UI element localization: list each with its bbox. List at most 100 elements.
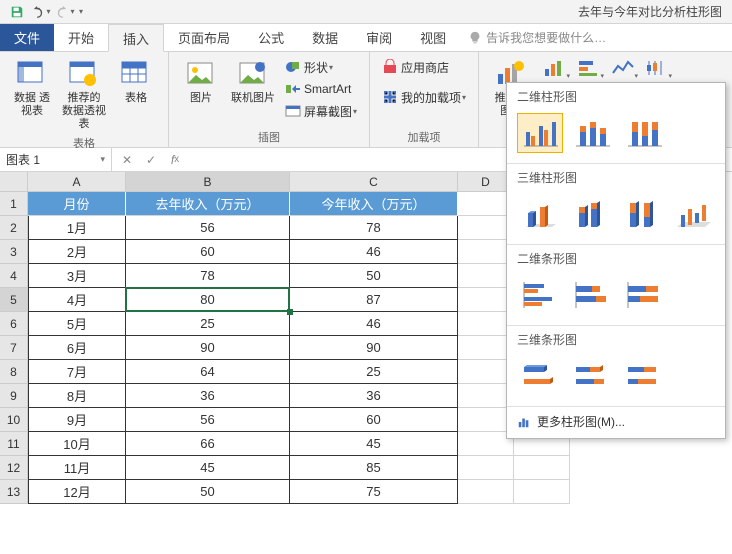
3d-stacked-column-thumb[interactable] <box>568 194 613 234</box>
100-stacked-column-thumb[interactable] <box>621 113 667 153</box>
row-header[interactable]: 7 <box>0 336 28 360</box>
store-button[interactable]: 应用商店 <box>378 56 470 78</box>
table-header-cell[interactable]: 今年收入（万元） <box>290 192 458 216</box>
table-cell[interactable]: 2月 <box>28 240 126 264</box>
row-header[interactable]: 13 <box>0 480 28 504</box>
row-header[interactable]: 11 <box>0 432 28 456</box>
stacked-column-thumb[interactable] <box>569 113 615 153</box>
table-cell[interactable]: 60 <box>290 408 458 432</box>
table-cell[interactable]: 60 <box>126 240 290 264</box>
selection-handle[interactable] <box>287 309 293 315</box>
shapes-button[interactable]: 形状 ▾ <box>281 56 361 78</box>
table-cell[interactable]: 7月 <box>28 360 126 384</box>
row-header[interactable]: 10 <box>0 408 28 432</box>
clustered-bar-thumb[interactable] <box>517 275 563 315</box>
row-header[interactable]: 5 <box>0 288 28 312</box>
3d-clustered-column-thumb[interactable] <box>517 194 562 234</box>
select-all-corner[interactable] <box>0 172 28 192</box>
table-cell[interactable]: 46 <box>290 312 458 336</box>
my-addins-button[interactable]: 我的加载项 ▾ <box>378 86 470 108</box>
table-cell[interactable]: 50 <box>126 480 290 504</box>
3d-clustered-bar-thumb[interactable] <box>517 356 563 396</box>
row-header[interactable]: 6 <box>0 312 28 336</box>
table-cell[interactable]: 90 <box>290 336 458 360</box>
table-cell[interactable]: 78 <box>290 216 458 240</box>
row-header[interactable]: 3 <box>0 240 28 264</box>
line-chart-button[interactable] <box>607 56 639 80</box>
table-cell[interactable]: 90 <box>126 336 290 360</box>
screenshot-button[interactable]: 屏幕截图 ▾ <box>281 100 361 122</box>
table-cell[interactable]: 4月 <box>28 288 126 312</box>
table-cell[interactable]: 25 <box>126 312 290 336</box>
tell-me-input[interactable]: 告诉我您想要做什么… <box>468 24 606 51</box>
tab-layout[interactable]: 页面布局 <box>164 24 244 51</box>
table-header-cell[interactable]: 月份 <box>28 192 126 216</box>
3d-stacked-bar-thumb[interactable] <box>569 356 615 396</box>
online-pictures-button[interactable]: 联机图片 <box>229 56 277 107</box>
clustered-column-thumb[interactable] <box>517 113 563 153</box>
tab-formulas[interactable]: 公式 <box>244 24 298 51</box>
column-chart-button[interactable] <box>539 56 571 80</box>
row-header[interactable]: 1 <box>0 192 28 216</box>
table-cell[interactable]: 5月 <box>28 312 126 336</box>
table-button[interactable]: 表格 <box>112 56 160 107</box>
pictures-button[interactable]: 图片 <box>177 56 225 107</box>
stacked-bar-thumb[interactable] <box>569 275 615 315</box>
row-header[interactable]: 4 <box>0 264 28 288</box>
col-header-C[interactable]: C <box>290 172 458 192</box>
qat-customize-icon[interactable]: ▾ <box>79 7 83 16</box>
name-box[interactable]: 图表 1▾ <box>0 148 112 171</box>
col-header-A[interactable]: A <box>28 172 126 192</box>
row-header[interactable]: 9 <box>0 384 28 408</box>
tab-review[interactable]: 审阅 <box>352 24 406 51</box>
tab-home[interactable]: 开始 <box>54 24 108 51</box>
table-cell[interactable]: 12月 <box>28 480 126 504</box>
3d-column-thumb[interactable] <box>670 194 715 234</box>
table-cell[interactable]: 75 <box>290 480 458 504</box>
more-column-charts-link[interactable]: 更多柱形图(M)... <box>507 407 725 438</box>
table-cell[interactable]: 87 <box>290 288 458 312</box>
tab-file[interactable]: 文件 <box>0 24 54 51</box>
table-cell[interactable]: 56 <box>126 216 290 240</box>
table-cell[interactable]: 66 <box>126 432 290 456</box>
table-cell[interactable]: 8月 <box>28 384 126 408</box>
table-cell[interactable]: 80 <box>126 288 290 312</box>
redo-button[interactable]: ▾ <box>54 2 76 22</box>
table-header-cell[interactable]: 去年收入（万元） <box>126 192 290 216</box>
tab-insert[interactable]: 插入 <box>108 24 164 52</box>
3d-100-stacked-column-thumb[interactable] <box>619 194 664 234</box>
table-cell[interactable]: 3月 <box>28 264 126 288</box>
smartart-button[interactable]: SmartArt <box>281 78 361 100</box>
table-cell[interactable]: 6月 <box>28 336 126 360</box>
table-cell[interactable]: 45 <box>126 456 290 480</box>
table-cell[interactable]: 36 <box>290 384 458 408</box>
table-cell[interactable]: 85 <box>290 456 458 480</box>
table-cell[interactable]: 50 <box>290 264 458 288</box>
table-cell[interactable]: 11月 <box>28 456 126 480</box>
tab-view[interactable]: 视图 <box>406 24 460 51</box>
row-header[interactable]: 2 <box>0 216 28 240</box>
undo-button[interactable]: ▾ <box>30 2 52 22</box>
3d-100-stacked-bar-thumb[interactable] <box>621 356 667 396</box>
table-cell[interactable]: 10月 <box>28 432 126 456</box>
row-header[interactable]: 8 <box>0 360 28 384</box>
col-header-B[interactable]: B <box>126 172 290 192</box>
table-cell[interactable]: 1月 <box>28 216 126 240</box>
formula-fx-icon[interactable]: fx <box>164 150 186 170</box>
bar-chart-button[interactable] <box>573 56 605 80</box>
table-cell[interactable]: 9月 <box>28 408 126 432</box>
100-stacked-bar-thumb[interactable] <box>621 275 667 315</box>
pivot-table-button[interactable]: 数据 透视表 <box>8 56 56 120</box>
table-cell[interactable]: 78 <box>126 264 290 288</box>
table-cell[interactable]: 46 <box>290 240 458 264</box>
row-header[interactable]: 12 <box>0 456 28 480</box>
table-cell[interactable]: 64 <box>126 360 290 384</box>
save-button[interactable] <box>6 2 28 22</box>
tab-data[interactable]: 数据 <box>298 24 352 51</box>
table-cell[interactable]: 45 <box>290 432 458 456</box>
table-cell[interactable]: 36 <box>126 384 290 408</box>
table-cell[interactable]: 56 <box>126 408 290 432</box>
formula-enter-icon[interactable]: ✓ <box>140 150 162 170</box>
recommended-pivot-button[interactable]: 推荐的 数据透视表 <box>60 56 108 133</box>
table-cell[interactable]: 25 <box>290 360 458 384</box>
